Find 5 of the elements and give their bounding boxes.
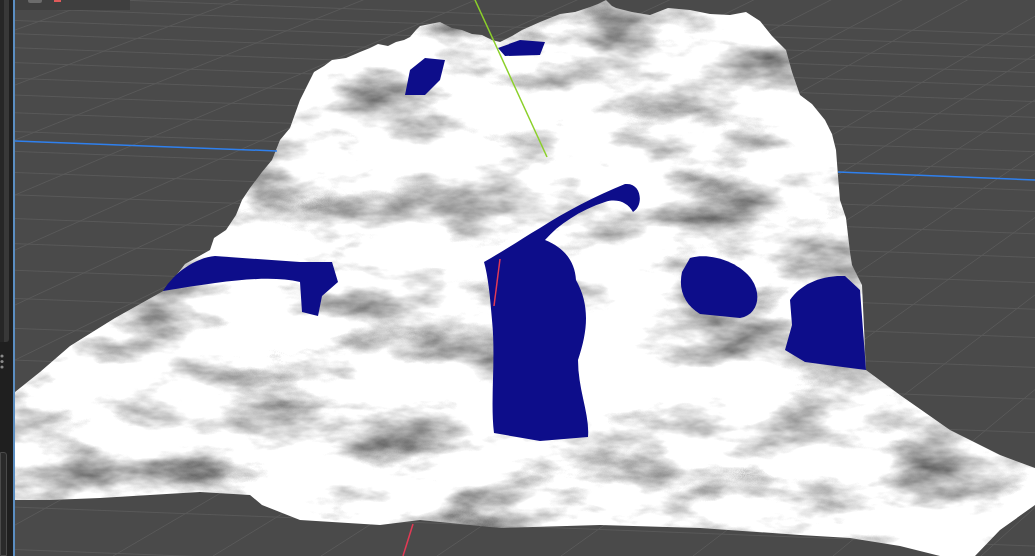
water-area <box>498 40 545 56</box>
marker-icon <box>54 0 61 2</box>
drag-handle-icon[interactable] <box>0 354 4 369</box>
tile-icon[interactable] <box>28 0 42 3</box>
water-area <box>405 58 445 95</box>
